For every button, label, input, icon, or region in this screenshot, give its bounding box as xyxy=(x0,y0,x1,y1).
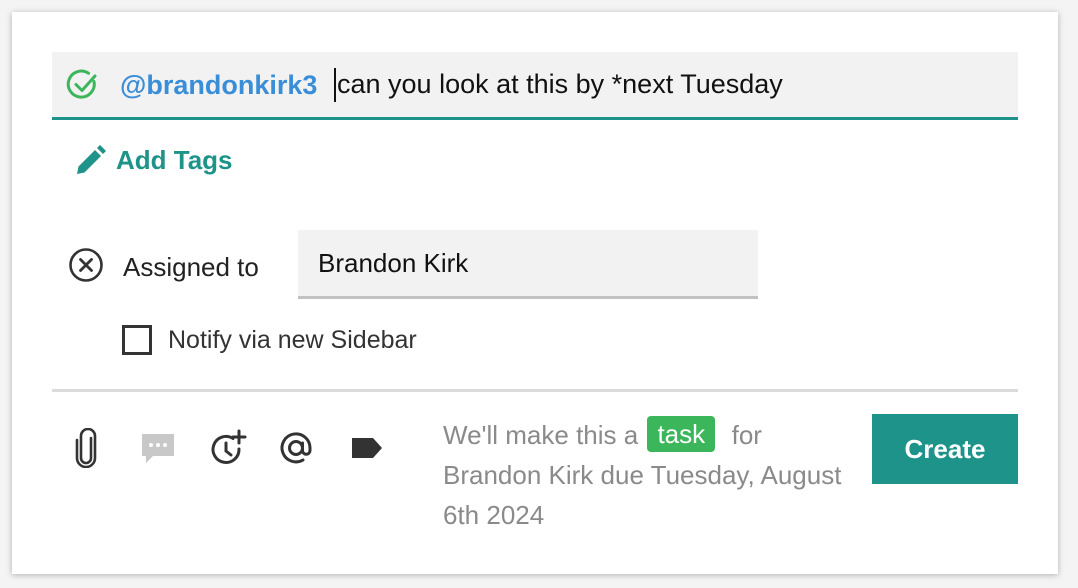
attach-button[interactable] xyxy=(65,426,109,470)
divider xyxy=(52,389,1018,392)
message-text[interactable]: can you look at this by *next Tuesday xyxy=(337,69,783,99)
create-button[interactable]: Create xyxy=(872,414,1018,484)
at-sign-icon xyxy=(280,432,312,464)
message-composer[interactable]: @brandonkirk3 can you look at this by *n… xyxy=(52,52,1018,120)
summary-prefix: We'll make this a xyxy=(443,420,639,450)
text-caret xyxy=(334,68,336,102)
task-badge: task xyxy=(647,416,716,452)
remove-assignee-icon[interactable] xyxy=(68,247,104,283)
reminder-icon xyxy=(211,429,247,464)
paperclip-icon xyxy=(75,428,97,468)
comment-icon xyxy=(142,434,174,463)
reminder-button[interactable] xyxy=(206,426,250,470)
tag-icon xyxy=(352,438,382,458)
notify-checkbox[interactable] xyxy=(122,325,152,355)
tag-button[interactable] xyxy=(345,426,389,470)
pencil-icon xyxy=(77,145,106,174)
comment-button[interactable] xyxy=(136,426,180,470)
notify-label: Notify via new Sidebar xyxy=(168,325,417,354)
add-tags-label: Add Tags xyxy=(116,144,233,175)
mention-tag[interactable]: @brandonkirk3 xyxy=(120,70,317,100)
notify-sidebar-option[interactable]: Notify via new Sidebar xyxy=(122,325,417,355)
assigned-to-label: Assigned to xyxy=(123,252,259,282)
task-composer-card: @brandonkirk3 can you look at this by *n… xyxy=(12,12,1058,574)
mention-button[interactable] xyxy=(274,426,318,470)
assignee-field[interactable]: Brandon Kirk xyxy=(298,230,758,299)
add-tags-button[interactable]: Add Tags xyxy=(74,142,233,178)
check-circle-icon[interactable] xyxy=(66,68,100,102)
task-summary: We'll make this a task for Brandon Kirk … xyxy=(443,415,843,535)
